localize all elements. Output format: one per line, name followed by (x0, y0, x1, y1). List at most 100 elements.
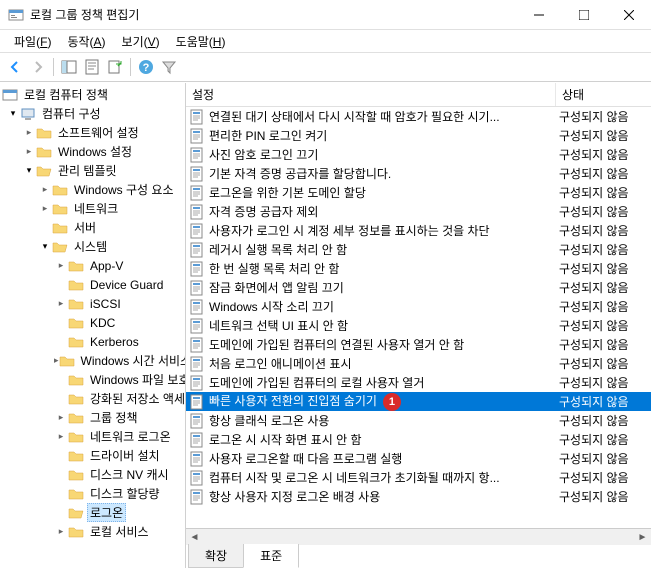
tree-disk-nv[interactable]: 디스크 NV 캐시 (0, 465, 185, 484)
tree-enhanced-storage[interactable]: 강화된 저장소 액세스 (0, 389, 185, 408)
list-row[interactable]: 기본 자격 증명 공급자를 할당합니다.구성되지 않음 (186, 164, 651, 183)
menu-file[interactable]: 파일(F) (6, 31, 59, 52)
list-row[interactable]: 레거시 실행 목록 처리 안 함구성되지 않음 (186, 240, 651, 259)
forward-button[interactable] (27, 56, 49, 78)
list-row[interactable]: 잠금 화면에서 앱 알림 끄기구성되지 않음 (186, 278, 651, 297)
tree-server[interactable]: 서버 (0, 218, 185, 237)
list-row[interactable]: 한 번 실행 목록 처리 안 함구성되지 않음 (186, 259, 651, 278)
expand-icon[interactable] (6, 107, 20, 121)
setting-icon (189, 470, 205, 486)
expand-icon[interactable] (54, 297, 68, 311)
list-row[interactable]: Windows 시작 소리 끄기구성되지 않음 (186, 297, 651, 316)
tree-kerberos[interactable]: Kerberos (0, 332, 185, 351)
folder-icon (52, 182, 68, 198)
setting-name: 컴퓨터 시작 및 로그온 시 네트워크가 초기화될 때까지 항... (209, 469, 559, 486)
list-row[interactable]: 자격 증명 공급자 제외구성되지 않음 (186, 202, 651, 221)
list-row[interactable]: 빠른 사용자 전환의 진입점 숨기기1구성되지 않음 (186, 392, 651, 411)
tree-group-policy[interactable]: 그룹 정책 (0, 408, 185, 427)
tree-windows-settings[interactable]: Windows 설정 (0, 142, 185, 161)
setting-state: 구성되지 않음 (559, 355, 651, 372)
list-row[interactable]: 편리한 PIN 로그인 켜기구성되지 않음 (186, 126, 651, 145)
folder-icon (68, 467, 84, 483)
list-row[interactable]: 네트워크 선택 UI 표시 안 함구성되지 않음 (186, 316, 651, 335)
expand-icon[interactable] (54, 259, 68, 273)
expand-icon[interactable] (22, 126, 36, 140)
folder-open-icon (36, 163, 52, 179)
tab-extended[interactable]: 확장 (188, 544, 244, 568)
help-button[interactable]: ? (135, 56, 157, 78)
folder-icon (68, 391, 84, 407)
expand-icon[interactable] (38, 202, 52, 216)
tree-appv[interactable]: App-V (0, 256, 185, 275)
filter-button[interactable] (158, 56, 180, 78)
column-state[interactable]: 상태 (555, 83, 651, 106)
expand-icon[interactable] (54, 525, 68, 539)
tree-local-services[interactable]: 로컬 서비스 (0, 522, 185, 541)
horizontal-scrollbar[interactable]: ◄ ► (186, 528, 651, 545)
setting-icon (189, 413, 205, 429)
list-row[interactable]: 로그온 시 시작 화면 표시 안 함구성되지 않음 (186, 430, 651, 449)
folder-icon (52, 201, 68, 217)
back-button[interactable] (4, 56, 26, 78)
list-row[interactable]: 컴퓨터 시작 및 로그온 시 네트워크가 초기화될 때까지 항...구성되지 않… (186, 468, 651, 487)
tree-software[interactable]: 소프트웨어 설정 (0, 123, 185, 142)
setting-state: 구성되지 않음 (559, 317, 651, 334)
setting-state: 구성되지 않음 (559, 127, 651, 144)
toolbar: ? (0, 52, 651, 82)
close-button[interactable] (606, 0, 651, 29)
list-row[interactable]: 로그온을 위한 기본 도메인 할당구성되지 않음 (186, 183, 651, 202)
list-row[interactable]: 처음 로그인 애니메이션 표시구성되지 않음 (186, 354, 651, 373)
tab-standard[interactable]: 표준 (243, 544, 299, 568)
tree-root[interactable]: 로컬 컴퓨터 정책 (0, 85, 185, 104)
list-row[interactable]: 항상 사용자 지정 로그온 배경 사용구성되지 않음 (186, 487, 651, 506)
setting-state: 구성되지 않음 (559, 374, 651, 391)
tree-windows-file[interactable]: Windows 파일 보호 (0, 370, 185, 389)
minimize-button[interactable] (516, 0, 561, 29)
expand-icon[interactable] (38, 240, 52, 254)
tree-windows-time[interactable]: Windows 시간 서비스 (0, 351, 185, 370)
setting-icon (189, 318, 205, 334)
tree-device-guard[interactable]: Device Guard (0, 275, 185, 294)
expand-icon[interactable] (54, 430, 68, 444)
expand-icon[interactable] (22, 145, 36, 159)
setting-icon (189, 489, 205, 505)
tree-kdc[interactable]: KDC (0, 313, 185, 332)
tree-logon[interactable]: 로그온 (0, 503, 185, 522)
tree-system[interactable]: 시스템 (0, 237, 185, 256)
scroll-left-icon[interactable]: ◄ (186, 529, 203, 546)
tree-network[interactable]: 네트워크 (0, 199, 185, 218)
list-row[interactable]: 사용자가 로그인 시 계정 세부 정보를 표시하는 것을 차단구성되지 않음 (186, 221, 651, 240)
properties-button[interactable] (81, 56, 103, 78)
list-row[interactable]: 사용자 로그온할 때 다음 프로그램 실행구성되지 않음 (186, 449, 651, 468)
export-button[interactable] (104, 56, 126, 78)
setting-name: 사용자 로그온할 때 다음 프로그램 실행 (209, 450, 559, 467)
settings-list[interactable]: 연결된 대기 상태에서 다시 시작할 때 암호가 필요한 시기...구성되지 않… (186, 107, 651, 528)
list-row[interactable]: 도메인에 가입된 컴퓨터의 로컬 사용자 열거구성되지 않음 (186, 373, 651, 392)
menu-action[interactable]: 동작(A) (59, 31, 113, 52)
tree-iscsi[interactable]: iSCSI (0, 294, 185, 313)
tree-computer-config[interactable]: 컴퓨터 구성 (0, 104, 185, 123)
tree-windows-components[interactable]: Windows 구성 요소 (0, 180, 185, 199)
column-setting[interactable]: 설정 (186, 83, 555, 106)
scroll-right-icon[interactable]: ► (634, 529, 651, 546)
tree-disk-quota[interactable]: 디스크 할당량 (0, 484, 185, 503)
list-row[interactable]: 도메인에 가입된 컴퓨터의 연결된 사용자 열거 안 함구성되지 않음 (186, 335, 651, 354)
folder-icon (68, 334, 84, 350)
tree-internet-mgmt[interactable]: 네트워크 로그온 (0, 427, 185, 446)
list-row[interactable]: 사진 암호 로그인 끄기구성되지 않음 (186, 145, 651, 164)
show-hide-tree-button[interactable] (58, 56, 80, 78)
expand-icon[interactable] (54, 411, 68, 425)
list-row[interactable]: 연결된 대기 상태에서 다시 시작할 때 암호가 필요한 시기...구성되지 않… (186, 107, 651, 126)
tree-admin-templates[interactable]: 관리 템플릿 (0, 161, 185, 180)
maximize-button[interactable] (561, 0, 606, 29)
menu-help[interactable]: 도움말(H) (168, 31, 234, 52)
tree-driver-install[interactable]: 드라이버 설치 (0, 446, 185, 465)
list-header: 설정 상태 (186, 83, 651, 107)
tree-view[interactable]: 로컬 컴퓨터 정책 컴퓨터 구성 소프트웨어 설정 Windows 설정 관리 (0, 83, 186, 568)
computer-icon (20, 106, 36, 122)
menu-view[interactable]: 보기(V) (114, 31, 168, 52)
setting-name: 빠른 사용자 전환의 진입점 숨기기1 (209, 392, 559, 411)
expand-icon[interactable] (22, 164, 36, 178)
expand-icon[interactable] (38, 183, 52, 197)
list-row[interactable]: 항상 클래식 로그온 사용구성되지 않음 (186, 411, 651, 430)
